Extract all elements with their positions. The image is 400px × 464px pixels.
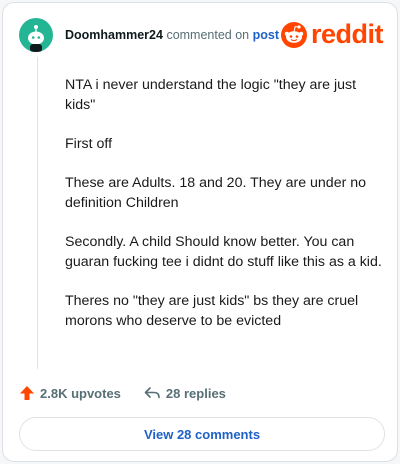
comment-paragraph: NTA i never understand the logic "they a… [65,77,357,113]
avatar[interactable] [19,18,53,52]
comment-body: NTA i never understand the logic "they a… [65,75,385,350]
view-comments-label: View 28 comments [143,426,261,442]
reddit-logo[interactable]: reddit [281,19,384,49]
comment-paragraph: First off [65,136,113,152]
upvote-count: 2.8K upvotes [40,385,121,401]
thread-line[interactable] [37,57,38,369]
reply-arrow-icon [144,387,160,399]
reddit-wordmark: reddit [311,19,384,49]
post-link[interactable]: post [253,28,279,42]
avatar-snoo-icon [28,25,44,52]
reddit-snoo-icon [281,21,307,48]
view-comments-button[interactable]: View 28 comments [19,417,385,451]
comment-actions: 2.8K upvotes 28 replies [19,385,226,401]
replies-button[interactable]: 28 replies [143,385,226,401]
upvote-arrow-icon [20,386,34,400]
username[interactable]: Doomhammer24 [65,28,163,42]
upvote-button[interactable]: 2.8K upvotes [19,385,121,401]
comment-card: Doomhammer24 commented on post reddit NT… [2,2,398,462]
comment-header: Doomhammer24 commented on post [65,28,279,42]
action-text: commented on [166,28,250,42]
replies-count: 28 replies [165,385,226,401]
comment-paragraph: Secondly. A child Should know better. Yo… [65,234,382,270]
comment-paragraph: These are Adults. 18 and 20. They are un… [65,175,367,211]
comment-paragraph: Theres no "they are just kids" bs they a… [65,293,359,329]
